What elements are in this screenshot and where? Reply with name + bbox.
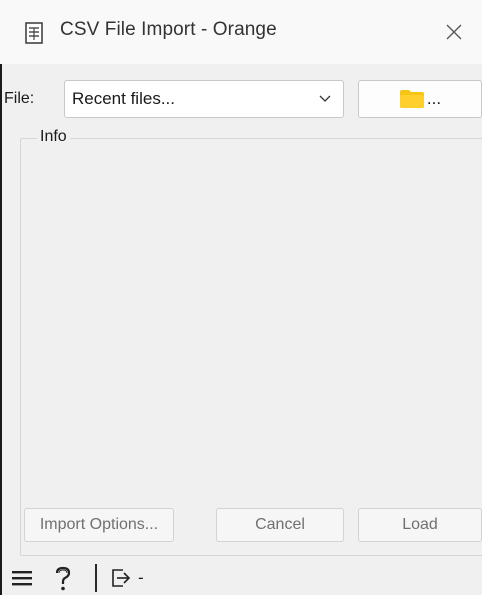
browse-button[interactable]: ... xyxy=(358,80,482,118)
folder-icon xyxy=(399,90,424,108)
chevron-down-icon xyxy=(319,95,331,102)
menu-icon[interactable] xyxy=(12,570,32,586)
info-title: Info xyxy=(37,128,70,146)
output-summary: - xyxy=(138,568,144,587)
close-icon xyxy=(446,24,462,40)
output-icon[interactable] xyxy=(110,567,134,589)
status-separator xyxy=(95,564,97,592)
window-title: CSV File Import - Orange xyxy=(60,19,277,40)
close-button[interactable] xyxy=(426,0,482,64)
browse-ellipsis: ... xyxy=(426,89,442,108)
dialog-body: File: Recent files... ... Info Import Op… xyxy=(0,64,482,595)
help-icon[interactable] xyxy=(54,566,72,592)
document-icon xyxy=(25,22,43,44)
file-label: File: xyxy=(4,90,35,107)
status-bar: - xyxy=(2,558,482,595)
combo-value: Recent files... xyxy=(72,89,175,108)
recent-files-combo[interactable]: Recent files... xyxy=(64,80,344,118)
title-bar: CSV File Import - Orange xyxy=(0,0,482,64)
load-button[interactable]: Load xyxy=(358,508,482,542)
info-group: Info xyxy=(20,128,482,556)
import-options-button[interactable]: Import Options... xyxy=(24,508,174,542)
cancel-button[interactable]: Cancel xyxy=(216,508,344,542)
csv-import-window: CSV File Import - Orange File: Recent fi… xyxy=(0,0,482,595)
